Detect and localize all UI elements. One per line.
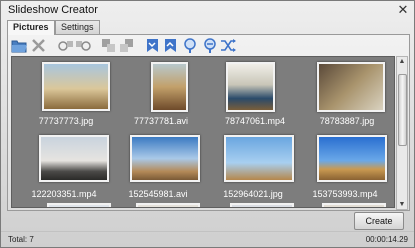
scroll-down-arrow-icon[interactable]: ▼ — [397, 200, 407, 209]
title-bar: Slideshow Creator ✕ — [1, 1, 414, 19]
photo-thumbnail — [317, 62, 385, 112]
photo-thumbnail — [42, 62, 110, 111]
sort-first-button[interactable] — [144, 37, 161, 54]
total-count: Total: 7 — [8, 235, 34, 244]
shuffle-icon — [221, 39, 236, 52]
slideshow-window: Slideshow Creator ✕ Pictures Settings 77… — [0, 0, 415, 248]
partial-thumbnail — [230, 203, 294, 207]
thumbnail-caption: 152964021.jpg — [223, 189, 283, 199]
open-folder-button[interactable] — [11, 37, 28, 54]
thumbnail-caption: 78783887.jpg — [319, 116, 375, 126]
open-folder-icon — [11, 40, 27, 53]
zoom-out-icon — [204, 38, 216, 53]
thumbnail-caption: 77737781.avi — [133, 116, 189, 126]
partial-thumbnail — [136, 203, 200, 207]
window-title: Slideshow Creator — [8, 4, 98, 16]
photo-thumbnail — [151, 62, 188, 112]
pictures-panel: 77737773.jpg 77737781.avi 78747061.mp4 7… — [7, 34, 410, 211]
move-up-button[interactable] — [100, 37, 117, 54]
move-down-icon — [120, 39, 133, 52]
thumbnail-caption: 77737773.jpg — [38, 116, 94, 126]
sort-last-button[interactable] — [162, 37, 179, 54]
vertical-scrollbar[interactable]: ▲ ▼ — [396, 56, 408, 210]
photo-thumbnail — [39, 135, 109, 182]
partial-thumbnail — [47, 203, 111, 207]
close-button[interactable]: ✕ — [396, 3, 410, 16]
photo-thumbnail — [317, 135, 387, 182]
total-duration: 00:00:14.29 — [365, 235, 408, 244]
thumbnail-caption: 152545981.avi — [128, 189, 188, 199]
photo-thumbnail — [224, 135, 294, 182]
delete-icon — [32, 39, 45, 52]
move-up-icon — [102, 39, 115, 52]
thumbnail-caption: 78747061.mp4 — [224, 116, 286, 126]
close-icon: ✕ — [397, 2, 409, 17]
photo-thumbnail — [226, 62, 275, 112]
zoom-in-icon — [184, 38, 196, 53]
photo-thumbnail — [130, 135, 200, 182]
status-bar: Total: 7 00:00:14.29 — [1, 231, 414, 248]
move-left-button[interactable] — [57, 37, 74, 54]
sort-last-icon — [165, 39, 176, 52]
tab-pictures[interactable]: Pictures — [7, 20, 55, 35]
move-right-button[interactable] — [75, 37, 92, 54]
shuffle-button[interactable] — [220, 37, 237, 54]
move-right-icon — [76, 41, 91, 51]
move-down-button[interactable] — [118, 37, 135, 54]
create-button[interactable]: Create — [354, 212, 404, 230]
thumbnail-caption: 122203351.mp4 — [31, 189, 97, 199]
move-left-icon — [58, 41, 73, 51]
zoom-in-button[interactable] — [182, 37, 199, 54]
thumbnail-caption: 153753993.mp4 — [312, 189, 378, 199]
sort-first-icon — [147, 39, 158, 52]
thumbnail-grid: 77737773.jpg 77737781.avi 78747061.mp4 7… — [11, 56, 395, 208]
delete-button[interactable] — [30, 37, 47, 54]
tab-settings[interactable]: Settings — [55, 20, 100, 34]
scrollbar-thumb[interactable] — [398, 74, 407, 146]
scroll-up-arrow-icon[interactable]: ▲ — [397, 57, 407, 66]
zoom-out-button[interactable] — [202, 37, 219, 54]
partial-thumbnail — [322, 203, 386, 207]
